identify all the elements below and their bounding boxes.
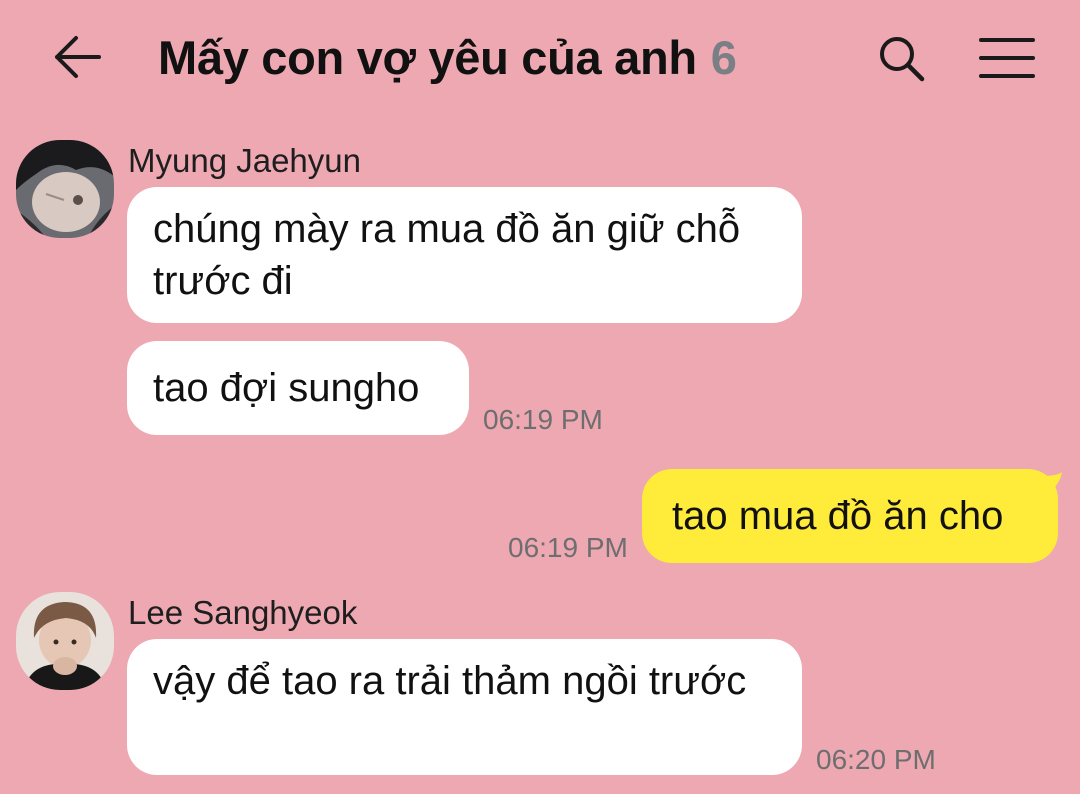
chat-header: Mấy con vợ yêu của anh 6 xyxy=(0,0,1080,118)
message-bubble[interactable]: tao đợi sungho xyxy=(127,341,469,435)
message-bubble[interactable]: vậy để tao ra trải thảm ngồi trước xyxy=(127,639,802,775)
message-text: chúng mày ra mua đồ ăn giữ chỗ trước đi xyxy=(153,207,741,303)
avatar-lee-sanghyeok[interactable] xyxy=(16,592,114,690)
message-bubble-outgoing[interactable]: tao mua đồ ăn cho xyxy=(642,469,1058,563)
message-text: tao đợi sungho xyxy=(153,366,420,410)
avatar-myung-jaehyun[interactable] xyxy=(16,140,114,238)
message-bubble[interactable]: chúng mày ra mua đồ ăn giữ chỗ trước đi xyxy=(127,187,802,323)
hamburger-menu-icon[interactable] xyxy=(978,36,1036,80)
sender-name: Lee Sanghyeok xyxy=(128,594,358,631)
chat-title-text: Mấy con vợ yêu của anh xyxy=(158,31,697,84)
message-text: tao mua đồ ăn cho xyxy=(672,494,1004,538)
search-icon[interactable] xyxy=(876,34,928,84)
sender-name: Myung Jaehyun xyxy=(128,142,361,179)
message-timestamp: 06:20 PM xyxy=(816,744,936,775)
message-text: vậy để tao ra trải thảm ngồi trước xyxy=(153,659,747,703)
message-timestamp: 06:19 PM xyxy=(483,404,603,435)
arrow-left-icon[interactable] xyxy=(52,34,102,80)
member-count: 6 xyxy=(710,31,737,84)
bubble-tail xyxy=(1040,472,1062,494)
message-timestamp: 06:19 PM xyxy=(508,532,628,563)
chat-title: Mấy con vợ yêu của anh 6 xyxy=(158,30,737,85)
